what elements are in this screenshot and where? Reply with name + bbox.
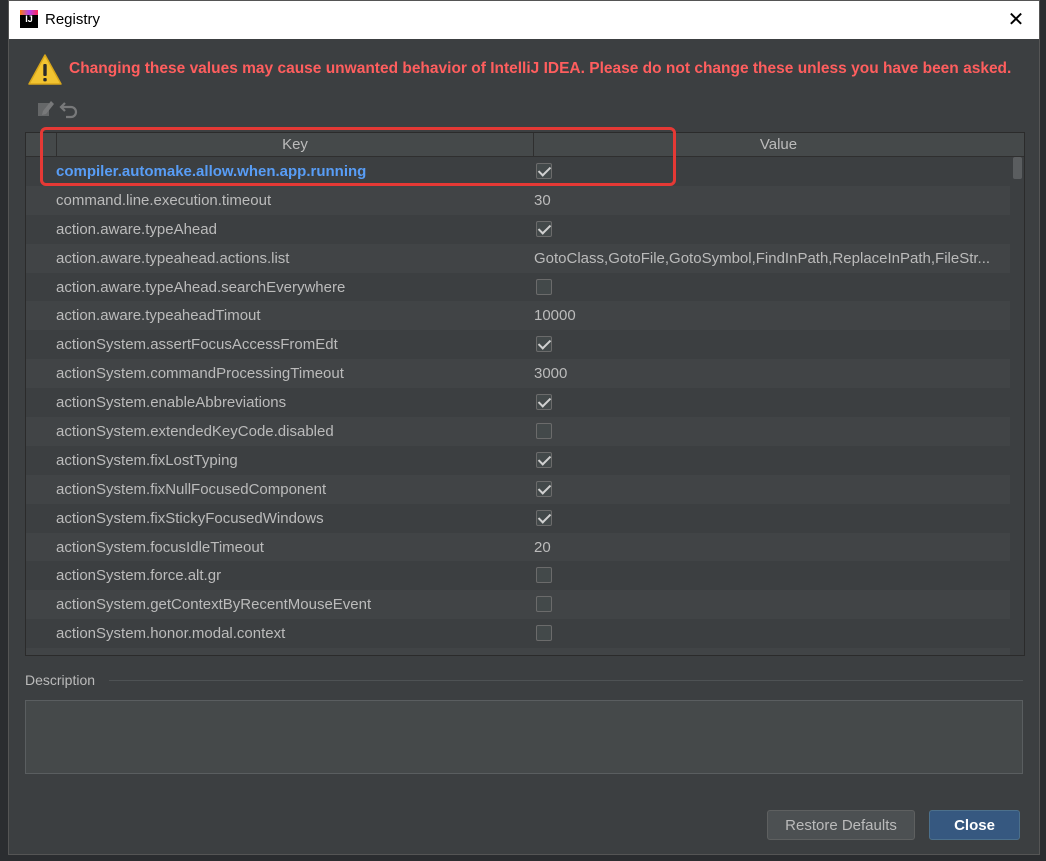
title-bar: IJ Registry ✕ xyxy=(9,1,1039,39)
row-key: actionSystem.getContextByRecentMouseEven… xyxy=(56,596,372,614)
row-key: action.aware.typeaheadTimout xyxy=(56,307,261,325)
description-divider xyxy=(109,680,1023,681)
value-checkbox[interactable] xyxy=(536,423,552,440)
registry-table: Key Value compiler.automake.allow.when.a… xyxy=(25,132,1025,656)
row-value[interactable]: 20 xyxy=(534,533,1010,562)
table-row[interactable]: actionSystem.commandProcessingTimeout 300… xyxy=(26,359,1010,389)
table-body: compiler.automake.allow.when.app.running… xyxy=(26,157,1010,655)
table-row[interactable]: action.aware.typeAhead xyxy=(26,215,1010,244)
warning-text: Changing these values may cause unwanted… xyxy=(69,60,1012,77)
row-key: action.aware.typeahead.actions.list xyxy=(56,249,290,267)
table-row[interactable]: actionSystem.fixNullFocusedComponent xyxy=(26,474,1010,504)
row-key: actionSystem.assertFocusAccessFromEdt xyxy=(56,336,338,354)
row-value[interactable]: 30 xyxy=(534,186,1010,215)
row-key: actionSystem.commandProcessingTimeout xyxy=(56,365,344,383)
scrollbar-thumb[interactable] xyxy=(1013,157,1022,179)
value-checkbox[interactable] xyxy=(536,509,552,526)
value-checkbox[interactable] xyxy=(536,278,552,295)
table-scrollbar[interactable] xyxy=(1011,157,1024,655)
table-row[interactable]: actionSystem.honor.modal.context xyxy=(26,619,1010,648)
table-row[interactable]: action.aware.typeahead.actions.list GotoC… xyxy=(26,243,1010,273)
table-row[interactable]: actionSystem.getContextByRecentMouseEven… xyxy=(26,590,1010,620)
row-key: actionSystem.mouseGestureDblClickTime xyxy=(56,648,336,655)
row-key: actionSystem.enableAbbreviations xyxy=(56,394,287,412)
edit-icon[interactable] xyxy=(35,97,55,119)
table-row[interactable]: actionSystem.mouseGestureDblClickTime 650 xyxy=(26,648,1010,655)
value-checkbox[interactable] xyxy=(536,596,552,613)
row-value[interactable]: GotoClass,GotoFile,GotoSymbol,FindInPath… xyxy=(534,244,1010,273)
row-key: command.line.execution.timeout xyxy=(56,191,272,209)
value-checkbox[interactable] xyxy=(536,480,552,497)
row-key: actionSystem.focusIdleTimeout xyxy=(56,538,264,556)
intellij-app-icon: IJ xyxy=(20,10,38,28)
restore-defaults-button[interactable]: Restore Defaults xyxy=(767,810,915,840)
row-key: action.aware.typeAhead xyxy=(56,220,217,238)
description-box xyxy=(25,700,1023,774)
window-title: Registry xyxy=(45,11,101,28)
warning-banner: Changing these values may cause unwanted… xyxy=(27,53,1027,89)
row-value[interactable]: 650 xyxy=(534,648,1010,655)
row-key: actionSystem.honor.modal.context xyxy=(56,625,286,643)
row-key: actionSystem.fixLostTyping xyxy=(56,451,238,469)
table-row[interactable]: actionSystem.enableAbbreviations xyxy=(26,388,1010,417)
value-checkbox[interactable] xyxy=(536,220,552,237)
column-header-value[interactable]: Value xyxy=(533,133,1024,156)
close-window-button[interactable]: ✕ xyxy=(993,1,1039,39)
value-checkbox[interactable] xyxy=(536,163,552,179)
row-key: compiler.automake.allow.when.app.running xyxy=(56,163,367,180)
table-row[interactable]: action.aware.typeAhead.searchEverywhere xyxy=(26,273,1010,302)
table-row[interactable]: actionSystem.fixStickyFocusedWindows xyxy=(26,504,1010,533)
row-value[interactable]: 3000 xyxy=(534,359,1010,388)
row-value[interactable]: 10000 xyxy=(534,301,1010,330)
value-checkbox[interactable] xyxy=(536,451,552,468)
table-row[interactable]: actionSystem.force.alt.gr xyxy=(26,561,1010,590)
value-checkbox[interactable] xyxy=(536,567,552,584)
row-key: action.aware.typeAhead.searchEverywhere xyxy=(56,278,346,296)
row-key: actionSystem.force.alt.gr xyxy=(56,567,222,585)
table-row[interactable]: compiler.automake.allow.when.app.running xyxy=(26,157,1010,186)
table-row[interactable]: actionSystem.extendedKeyCode.disabled xyxy=(26,417,1010,446)
row-key: actionSystem.fixNullFocusedComponent xyxy=(56,480,327,498)
value-checkbox[interactable] xyxy=(536,394,552,411)
close-button[interactable]: Close xyxy=(929,810,1020,840)
table-header: Key Value xyxy=(26,133,1024,157)
table-row[interactable]: command.line.execution.timeout 30 xyxy=(26,185,1010,215)
value-checkbox[interactable] xyxy=(536,625,552,642)
description-label: Description xyxy=(25,672,96,688)
row-key: actionSystem.extendedKeyCode.disabled xyxy=(56,423,334,441)
column-header-key[interactable]: Key xyxy=(56,133,534,156)
revert-icon[interactable] xyxy=(59,97,79,119)
table-row[interactable]: actionSystem.fixLostTyping xyxy=(26,446,1010,475)
warning-icon xyxy=(28,54,62,85)
table-row[interactable]: actionSystem.focusIdleTimeout 20 xyxy=(26,532,1010,562)
row-key: actionSystem.fixStickyFocusedWindows xyxy=(56,509,324,527)
registry-dialog: IJ Registry ✕ Changing these values may … xyxy=(8,0,1040,855)
table-row[interactable]: action.aware.typeaheadTimout 10000 xyxy=(26,301,1010,331)
value-checkbox[interactable] xyxy=(536,336,552,353)
table-row[interactable]: actionSystem.assertFocusAccessFromEdt xyxy=(26,330,1010,359)
